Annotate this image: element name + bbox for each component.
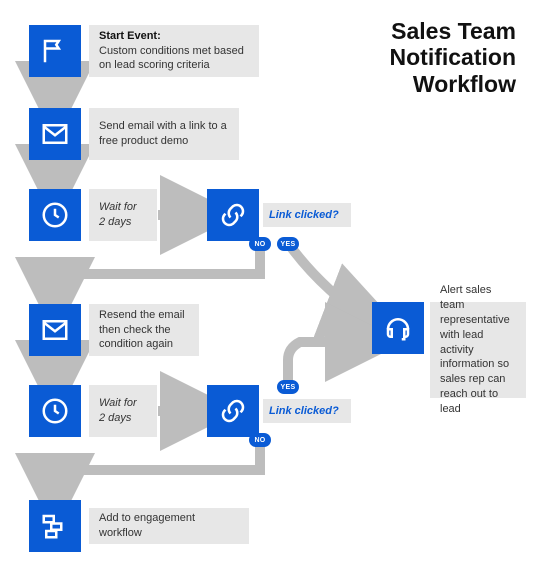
start-heading: Start Event:	[99, 29, 249, 44]
title-line-1: Sales Team	[390, 18, 517, 44]
clock-icon-2	[29, 385, 81, 437]
link2-no-pill: NO	[249, 433, 271, 447]
start-text: Custom conditions met based on lead scor…	[99, 44, 249, 74]
start-label: Start Event: Custom conditions met based…	[89, 25, 259, 77]
mail-icon	[29, 108, 81, 160]
engage-label: Add to engagement workflow	[89, 508, 249, 544]
alert-text: Alert sales team representative with lea…	[440, 283, 516, 417]
link2-question: Link clicked?	[263, 399, 351, 423]
send-email-text: Send email with a link to a free product…	[99, 119, 229, 149]
engage-text: Add to engagement workflow	[99, 511, 239, 541]
flag-icon	[29, 25, 81, 77]
clock-icon	[29, 189, 81, 241]
link2-yes-pill: YES	[277, 380, 299, 394]
title-line-3: Workflow	[390, 71, 517, 97]
alert-label: Alert sales team representative with lea…	[430, 302, 526, 398]
wait1-l2: 2 days	[99, 215, 147, 230]
link-icon-2	[207, 385, 259, 437]
workflow-icon	[29, 500, 81, 552]
wait1-l1: Wait for	[99, 200, 147, 215]
mail-icon-2	[29, 304, 81, 356]
wait2-label: Wait for 2 days	[89, 385, 157, 437]
link1-no-pill: NO	[249, 237, 271, 251]
wait2-l1: Wait for	[99, 396, 147, 411]
title-line-2: Notification	[390, 44, 517, 70]
headset-icon	[372, 302, 424, 354]
link-icon	[207, 189, 259, 241]
diagram-title: Sales Team Notification Workflow	[390, 18, 517, 97]
link1-question: Link clicked?	[263, 203, 351, 227]
resend-text: Resend the email then check the conditio…	[99, 308, 189, 353]
link1-yes-pill: YES	[277, 237, 299, 251]
send-email-label: Send email with a link to a free product…	[89, 108, 239, 160]
wait2-l2: 2 days	[99, 411, 147, 426]
wait1-label: Wait for 2 days	[89, 189, 157, 241]
resend-label: Resend the email then check the conditio…	[89, 304, 199, 356]
